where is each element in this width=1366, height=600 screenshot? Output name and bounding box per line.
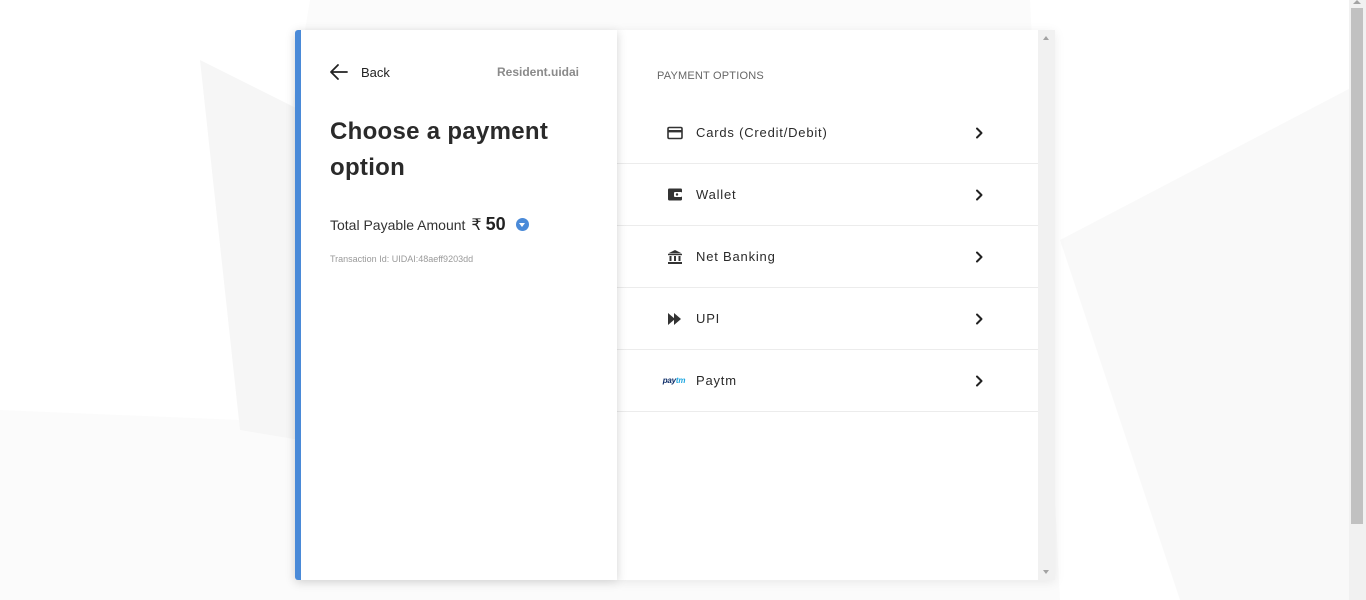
- option-wallet[interactable]: Wallet: [617, 164, 1038, 226]
- wallet-icon: [665, 185, 685, 205]
- chevron-right-icon: [976, 127, 983, 138]
- chevron-right-icon: [976, 313, 983, 324]
- option-net-banking[interactable]: Net Banking: [617, 226, 1038, 288]
- currency-symbol: ₹: [471, 216, 482, 234]
- merchant-name: Resident.uidai: [496, 65, 579, 79]
- page-title: Choose a payment option: [330, 118, 549, 181]
- option-label: UPI: [696, 311, 721, 326]
- scrollbar-thumb[interactable]: [1351, 8, 1363, 524]
- chevron-right-icon: [976, 375, 983, 386]
- page-scrollbar[interactable]: [1349, 0, 1366, 600]
- option-label: Cards (Credit/Debit): [696, 125, 828, 140]
- transaction-id: Transaction Id: UIDAI:48aeff9203dd: [330, 254, 474, 264]
- upi-icon: [665, 309, 685, 329]
- payment-modal: Back Resident.uidai Choose a payment opt…: [295, 30, 1055, 580]
- amount-value: 50: [485, 214, 506, 234]
- amount-row: Total Payable Amount ₹ 50: [330, 214, 529, 235]
- card-icon: [665, 123, 685, 143]
- back-label: Back: [361, 64, 390, 80]
- scroll-down-icon[interactable]: [1043, 570, 1049, 574]
- arrow-left-icon: [330, 64, 348, 80]
- chevron-down-icon[interactable]: [515, 218, 529, 231]
- scroll-up-icon[interactable]: [1353, 0, 1361, 4]
- options-scrollbar[interactable]: [1038, 30, 1055, 580]
- order-summary-panel: Back Resident.uidai Choose a payment opt…: [295, 30, 617, 580]
- option-label: Net Banking: [696, 249, 776, 264]
- bank-icon: [665, 247, 685, 267]
- scroll-up-icon[interactable]: [1043, 36, 1049, 40]
- options-list: Cards (Credit/Debit) Wallet Net Banking …: [617, 102, 1038, 412]
- option-label: Wallet: [696, 187, 737, 202]
- payment-options-panel: PAYMENT OPTIONS Cards (Credit/Debit) Wal…: [617, 30, 1055, 580]
- option-cards[interactable]: Cards (Credit/Debit): [617, 102, 1038, 164]
- option-paytm[interactable]: paytm Paytm: [617, 350, 1038, 412]
- options-header: PAYMENT OPTIONS: [657, 70, 764, 82]
- amount-label: Total Payable Amount: [330, 216, 466, 233]
- chevron-right-icon: [976, 189, 983, 200]
- back-button[interactable]: Back: [329, 63, 390, 81]
- option-label: Paytm: [696, 373, 737, 388]
- option-upi[interactable]: UPI: [617, 288, 1038, 350]
- paytm-logo: paytm: [662, 376, 686, 385]
- chevron-right-icon: [976, 251, 983, 262]
